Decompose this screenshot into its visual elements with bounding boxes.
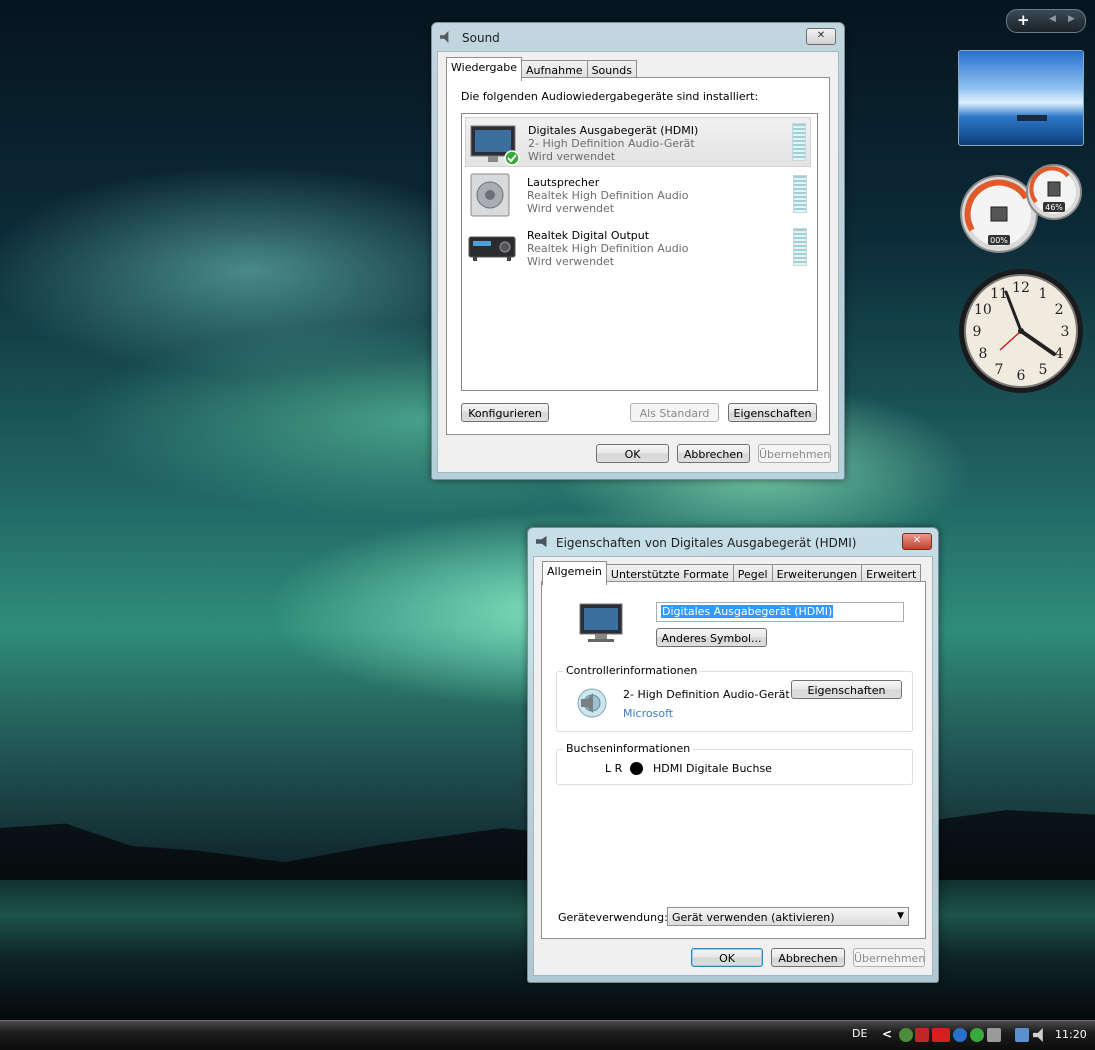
apply-button[interactable]: Übernehmen [758,444,831,463]
slideshow-gadget[interactable] [958,50,1084,146]
network-connection-icon[interactable] [1015,1028,1029,1042]
speaker-icon [470,173,510,217]
controller-legend: Controllerinformationen [563,664,701,677]
clock-numeral: 6 [1017,368,1026,384]
sound-titlebar[interactable]: Sound ✕ [432,23,844,51]
device-name: Lautsprecher [527,176,600,189]
configure-button[interactable]: Konfigurieren [461,403,549,422]
controller-properties-button[interactable]: Eigenschaften [791,680,902,699]
usage-select[interactable]: Gerät verwenden (aktivieren) ▼ [667,907,909,926]
properties-titlebar[interactable]: Eigenschaften von Digitales Ausgabegerät… [528,528,938,556]
device-status: Wird verwendet [527,255,615,268]
device-name-selection: Digitales Ausgabegerät (HDMI) [661,605,834,618]
chevron-down-icon: ▼ [897,911,904,921]
set-default-button[interactable]: Als Standard [630,403,719,422]
clock-numeral: 1 [1039,286,1048,302]
device-name: Digitales Ausgabegerät (HDMI) [528,124,699,137]
controller-group: Controllerinformationen 2- High Definiti… [556,664,913,732]
jack-name: HDMI Digitale Buchse [653,762,772,775]
clock-numeral: 9 [973,324,982,340]
network-tray-icon[interactable] [899,1028,913,1042]
volume-meter [793,175,807,213]
cancel-button[interactable]: Abbrechen [771,948,845,967]
clock-gadget[interactable]: 12 1234567891011 [958,268,1086,396]
clock-numeral: 12 [1012,280,1030,296]
apply-button[interactable]: Übernehmen [853,948,925,967]
device-digital-output[interactable]: Realtek Digital Output Realtek High Defi… [465,223,811,273]
volume-tray-icon[interactable] [1033,1028,1043,1042]
device-hdmi[interactable]: Digitales Ausgabegerät (HDMI) 2- High De… [465,117,811,167]
device-driver: Realtek High Definition Audio [527,242,689,255]
receiver-icon [468,236,516,261]
device-driver: Realtek High Definition Audio [527,189,689,202]
show-hidden-icons-button[interactable]: < [882,1027,892,1041]
update-tray-icon[interactable] [970,1028,984,1042]
ok-button[interactable]: OK [596,444,669,463]
controller-name: 2- High Definition Audio-Gerät [623,688,790,701]
sidebar-controls: + ◀ ▶ [1006,9,1086,33]
properties-window-title: Eigenschaften von Digitales Ausgabegerät… [556,536,857,550]
clock-numeral: 8 [978,346,987,362]
audio-device-icon [577,688,607,718]
clock-numeral: 5 [1039,362,1048,378]
ok-button[interactable]: OK [691,948,763,967]
antivirus-tray-icon[interactable] [915,1028,929,1042]
device-name: Realtek Digital Output [527,229,650,242]
language-indicator[interactable]: DE [852,1027,867,1040]
speaker-icon [440,31,449,43]
properties-window: Eigenschaften von Digitales Ausgabegerät… [527,527,939,983]
bluetooth-tray-icon[interactable] [953,1028,967,1042]
volume-meter [792,123,806,161]
playback-heading: Die folgenden Audiowiedergabegeräte sind… [461,90,759,103]
monitor-icon [579,603,623,642]
controller-vendor-link[interactable]: Microsoft [623,707,673,720]
general-panel: Digitales Ausgabegerät (HDMI) Anderes Sy… [541,581,926,939]
cpu-usage-label: 00% [990,236,1008,245]
pier-image [1017,115,1047,121]
usage-label: Geräteverwendung: [558,911,668,924]
sound-window-title: Sound [462,31,500,45]
jack-group: Buchseninformationen L R HDMI Digitale B… [556,742,913,785]
close-icon[interactable]: ✕ [806,28,836,45]
device-status: Wird verwendet [528,150,616,163]
playback-panel: Die folgenden Audiowiedergabegeräte sind… [446,77,830,435]
usage-select-value: Gerät verwenden (aktivieren) [672,911,835,924]
close-icon[interactable]: ✕ [902,533,932,550]
speaker-icon [536,536,547,547]
device-driver: 2- High Definition Audio-Gerät [528,137,695,150]
sound-body: Wiedergabe Aufnahme Sounds Die folgenden… [437,51,839,473]
device-status: Wird verwendet [527,202,615,215]
device-list: Digitales Ausgabegerät (HDMI) 2- High De… [461,113,818,391]
device-speaker[interactable]: Lautsprecher Realtek High Definition Aud… [465,170,811,220]
sound-window: Sound ✕ Wiedergabe Aufnahme Sounds Die f… [431,22,845,480]
properties-button[interactable]: Eigenschaften [728,403,817,422]
next-gadget-button[interactable]: ▶ [1068,14,1075,24]
jack-channels: L R [605,762,623,775]
properties-body: Allgemein Unterstützte Formate Pegel Erw… [533,556,933,976]
clock-numeral: 7 [995,362,1004,378]
ram-usage-label: 46% [1045,203,1063,212]
ati-tray-icon[interactable] [932,1028,950,1042]
prev-gadget-button[interactable]: ◀ [1049,14,1056,24]
clock-numeral: 10 [974,302,992,318]
jack-color-icon [630,762,643,775]
cpu-meter-gadget[interactable]: 00% 46% [958,162,1084,254]
monitor-icon [470,125,520,166]
tab-allgemein[interactable]: Allgemein [542,561,607,585]
add-gadget-button[interactable]: + [1017,11,1030,29]
change-icon-button[interactable]: Anderes Symbol... [656,628,767,647]
clock-numeral: 3 [1061,324,1070,340]
taskbar: DE < 11:20 [0,1020,1095,1050]
volume-meter [793,228,807,266]
cancel-button[interactable]: Abbrechen [677,444,750,463]
taskbar-clock[interactable]: 11:20 [1055,1028,1087,1041]
device-tray-icon[interactable] [987,1028,1001,1042]
clock-numeral: 2 [1055,302,1064,318]
jack-legend: Buchseninformationen [563,742,694,755]
tab-wiedergabe[interactable]: Wiedergabe [446,57,523,81]
